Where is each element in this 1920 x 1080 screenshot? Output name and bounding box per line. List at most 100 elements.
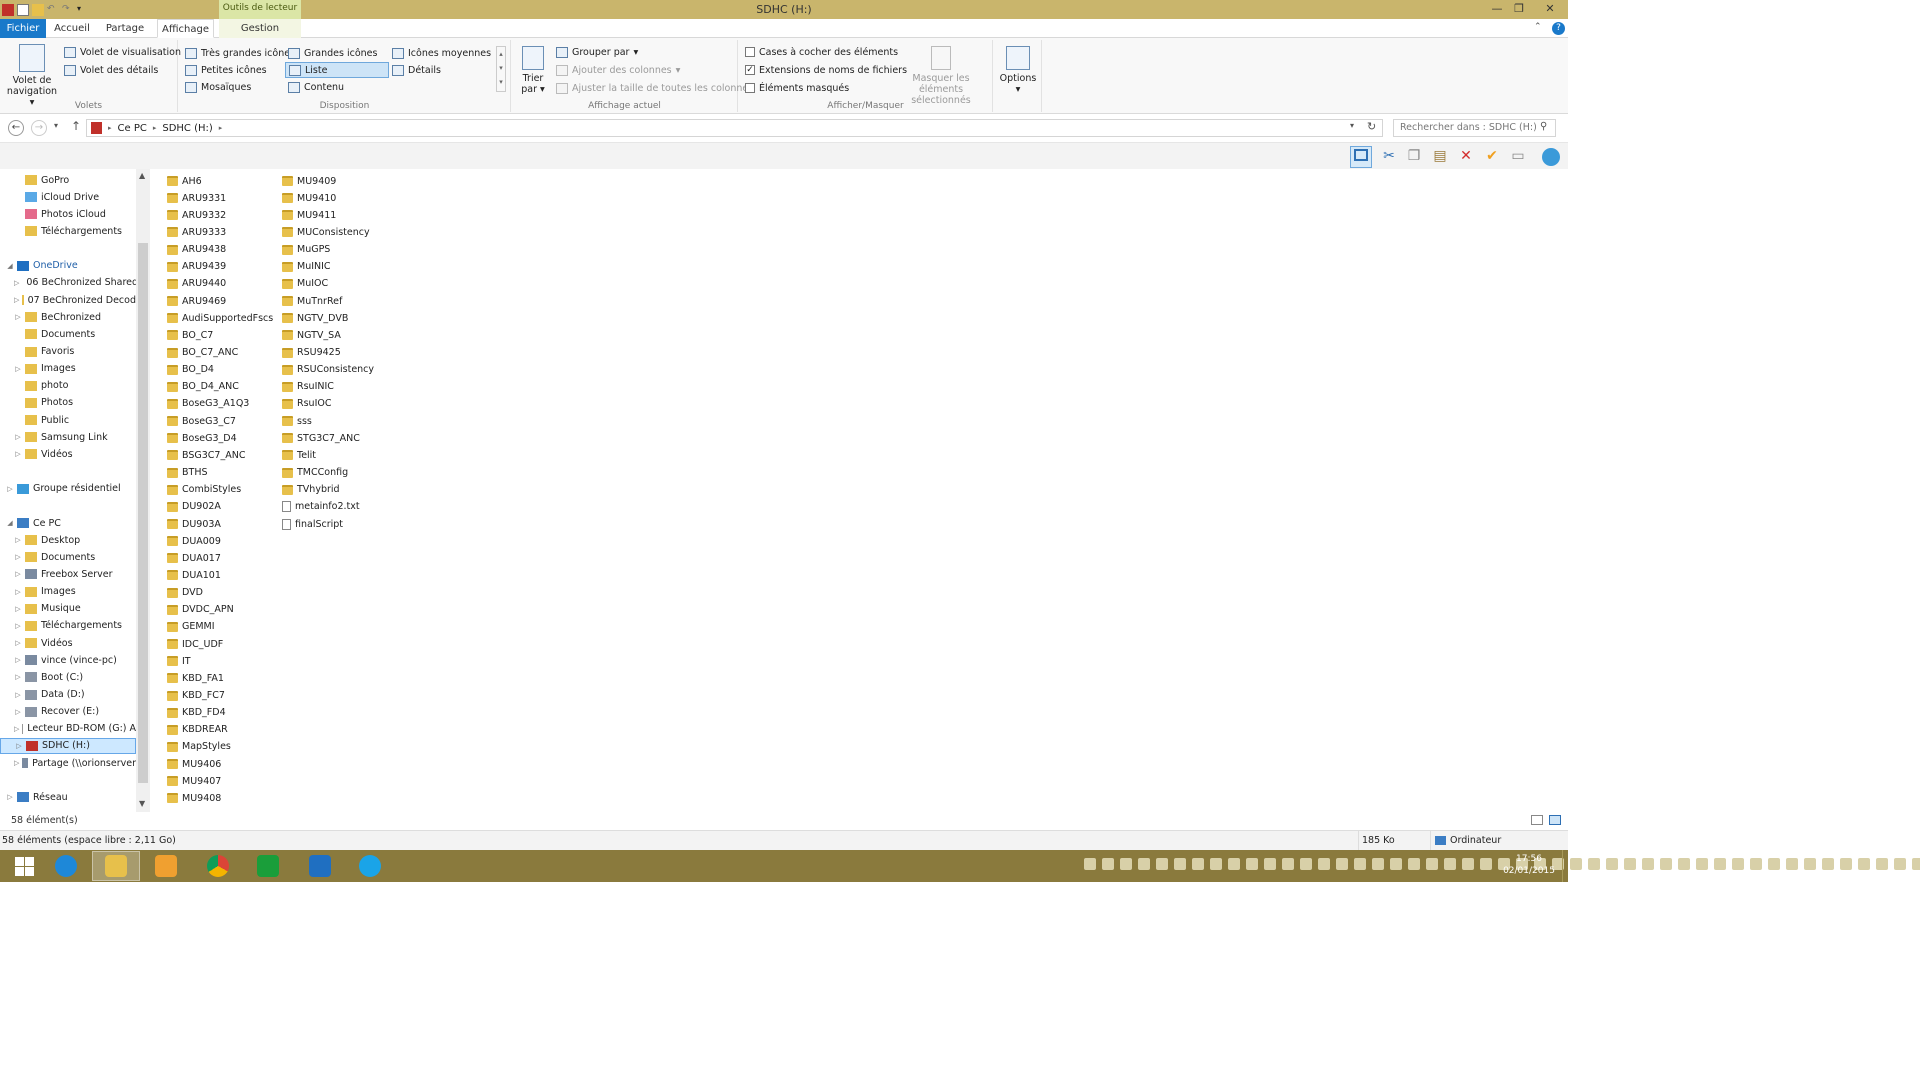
address-bar[interactable]: ▸ Ce PC ▸ SDHC (H:) ▸ (86, 119, 1383, 137)
tray-icon[interactable] (1300, 858, 1312, 870)
up-arrow-icon[interactable]: ↑ (71, 119, 81, 133)
hidden-items-toggle[interactable]: Éléments masqués (742, 80, 852, 96)
nav-item[interactable]: Public (0, 412, 136, 428)
expand-arrow-icon[interactable]: ▷ (14, 605, 22, 613)
nav-item[interactable]: Photos iCloud (0, 206, 136, 222)
nav-item[interactable]: ▷ Musique (0, 601, 136, 617)
nav-item[interactable]: ▷ Documents (0, 549, 136, 565)
paste-icon[interactable]: ▤ (1429, 146, 1451, 168)
folder-item[interactable]: BO_C7 (167, 327, 213, 343)
tray-icon[interactable] (1210, 858, 1222, 870)
folder-item[interactable]: AudiSupportedFscs (167, 310, 273, 326)
item-checkboxes-toggle[interactable]: Cases à cocher des éléments (742, 44, 901, 60)
tray-icon[interactable] (1696, 858, 1708, 870)
tray-icon[interactable] (1156, 858, 1168, 870)
file-item[interactable]: metainfo2.txt (282, 499, 360, 515)
nav-item[interactable]: ▷ Images (0, 361, 136, 377)
tray-icon[interactable] (1228, 858, 1240, 870)
folder-item[interactable]: MU9408 (167, 790, 221, 806)
folder-item[interactable]: MU9409 (282, 173, 336, 189)
folder-item[interactable]: DUA017 (167, 550, 221, 566)
folder-item[interactable]: STG3C7_ANC (282, 430, 360, 446)
tiles-view-button[interactable]: Mosaïques (182, 79, 254, 95)
expand-arrow-icon[interactable]: ▷ (14, 433, 22, 441)
tray-icon[interactable] (1390, 858, 1402, 870)
expand-arrow-icon[interactable]: ▷ (14, 622, 22, 630)
expand-arrow-icon[interactable]: ▷ (14, 725, 19, 733)
refresh-icon[interactable]: ↻ (1367, 120, 1376, 133)
folder-item[interactable]: TVhybrid (282, 482, 340, 498)
folder-item[interactable]: RSU9425 (282, 345, 341, 361)
close-button[interactable]: ✕ (1532, 0, 1568, 19)
nav-item[interactable]: ▷ Recover (E:) (0, 704, 136, 720)
scroll-up-icon[interactable]: ▲ (139, 171, 145, 180)
properties-icon[interactable]: ▭ (1507, 146, 1529, 168)
layout-gallery-scroll[interactable]: ▴ ▾ ▾ (496, 46, 506, 92)
options-button[interactable]: Options ▾ (998, 46, 1038, 95)
file-extensions-toggle[interactable]: ✓ Extensions de noms de fichiers (742, 62, 910, 78)
folder-item[interactable]: MuINIC (282, 259, 331, 275)
pane-toggle-icon[interactable] (1350, 146, 1372, 168)
properties-icon[interactable] (17, 3, 29, 16)
tray-icon[interactable] (1606, 858, 1618, 870)
expand-arrow-icon[interactable]: ▷ (14, 570, 22, 578)
details-view-button[interactable]: Détails (389, 62, 444, 78)
nav-item[interactable]: Photos (0, 395, 136, 411)
tray-icon[interactable] (1624, 858, 1636, 870)
folder-item[interactable]: BO_C7_ANC (167, 345, 238, 361)
folder-item[interactable]: NGTV_SA (282, 327, 341, 343)
internet-explorer-icon[interactable] (42, 851, 90, 881)
tray-icon[interactable] (1354, 858, 1366, 870)
folder-item[interactable]: MU9411 (282, 207, 336, 223)
navigation-pane-button[interactable]: Volet de navigation ▾ (4, 44, 60, 108)
search-input[interactable]: Rechercher dans : SDHC (H:) (1393, 119, 1556, 137)
tray-icon[interactable] (1750, 858, 1762, 870)
folder-item[interactable]: RSUConsistency (282, 362, 374, 378)
expand-arrow-icon[interactable]: ▷ (14, 450, 22, 458)
tray-icon[interactable] (1138, 858, 1150, 870)
tray-icon[interactable] (1876, 858, 1888, 870)
group-by-button[interactable]: Grouper par ▾ (553, 44, 641, 60)
nav-item[interactable]: ▷ Lecteur BD-ROM (G:) A (0, 721, 136, 737)
tray-icon[interactable] (1822, 858, 1834, 870)
medium-icons-button[interactable]: Icônes moyennes (389, 45, 494, 61)
folder-item[interactable]: MU9407 (167, 773, 221, 789)
expand-arrow-icon[interactable]: ▷ (14, 673, 22, 681)
folder-item[interactable]: MUConsistency (282, 224, 370, 240)
folder-item[interactable]: BoseG3_D4 (167, 430, 237, 446)
extra-large-icons-button[interactable]: Très grandes icônes (182, 45, 298, 61)
folder-item[interactable]: MuGPS (282, 242, 330, 258)
tray-icon[interactable] (1570, 858, 1582, 870)
breadcrumb-separator-icon[interactable]: ▸ (108, 124, 112, 132)
nav-item[interactable]: ▷ Partage (\\orionserver (0, 755, 136, 771)
folder-item[interactable]: BTHS (167, 465, 208, 481)
sort-by-button[interactable]: Trier par ▾ (518, 46, 548, 95)
tray-icon[interactable] (1174, 858, 1186, 870)
nav-item[interactable]: ◢ Ce PC (0, 515, 136, 531)
nav-item[interactable]: iCloud Drive (0, 189, 136, 205)
tray-icon[interactable] (1336, 858, 1348, 870)
large-icons-view-icon[interactable] (1549, 815, 1561, 825)
nav-item[interactable]: ▷ Data (D:) (0, 687, 136, 703)
expanded-arrow-icon[interactable]: ◢ (6, 262, 14, 270)
nav-item[interactable]: photo (0, 378, 136, 394)
small-icons-button[interactable]: Petites icônes (182, 62, 270, 78)
folder-item[interactable]: ARU9440 (167, 276, 226, 292)
minimize-ribbon-icon[interactable]: ⌃ (1534, 22, 1542, 32)
tab-share[interactable]: Partage (103, 19, 147, 38)
folder-item[interactable]: BoseG3_A1Q3 (167, 396, 249, 412)
nav-item[interactable]: Favoris (0, 344, 136, 360)
expand-arrow-icon[interactable]: ▷ (14, 553, 22, 561)
breadcrumb-sdhc[interactable]: SDHC (H:) (162, 123, 212, 134)
item-checkboxes-checkbox[interactable] (745, 47, 755, 57)
minimize-button[interactable]: — (1486, 0, 1508, 19)
folder-item[interactable]: sss (282, 413, 312, 429)
nav-item[interactable]: ▷ vince (vince-pc) (0, 652, 136, 668)
details-pane-button[interactable]: Volet des détails (61, 62, 161, 78)
folder-item[interactable]: DU903A (167, 516, 221, 532)
tray-icon[interactable] (1588, 858, 1600, 870)
folder-item[interactable]: TMCConfig (282, 465, 348, 481)
nav-item[interactable]: ▷ Téléchargements (0, 618, 136, 634)
search-icon[interactable]: ⚲ (1540, 121, 1547, 132)
redo-icon[interactable]: ↷ (62, 4, 74, 16)
